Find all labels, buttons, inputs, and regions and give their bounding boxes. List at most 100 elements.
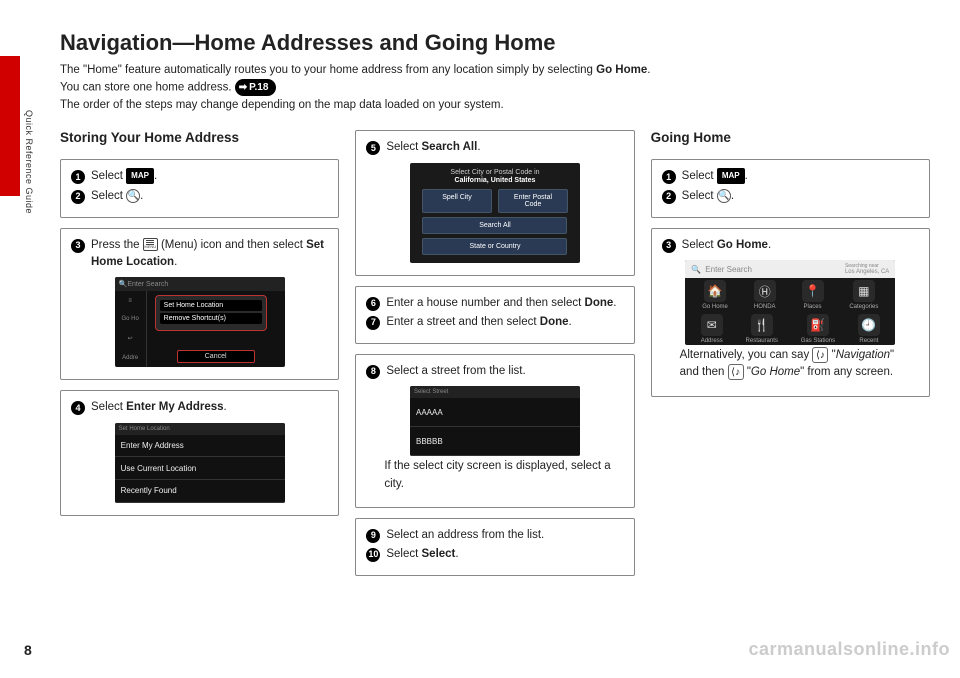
ss-row: BBBBB <box>410 427 580 456</box>
text: Select <box>91 190 126 202</box>
ss-row: Use Current Location <box>115 457 285 480</box>
text: Select <box>386 141 421 153</box>
page-ref-text: P.18 <box>249 80 268 95</box>
text: (Menu) icon and then select <box>158 239 306 251</box>
intro-text: You can store one home address. <box>60 82 235 94</box>
text: " <box>744 366 751 378</box>
ss-text: Enter Search <box>127 281 168 288</box>
storing-heading: Storing Your Home Address <box>60 130 339 145</box>
text: Enter a house number and then select <box>386 297 584 309</box>
go-home-label: Go Home <box>596 64 647 76</box>
screenshot-go-home: 🔍 Enter Search Searching nearLos Angeles… <box>685 260 895 345</box>
box-step-4: 4 Select Enter My Address. Set Home Loca… <box>60 390 339 515</box>
step-number-1: 1 <box>71 170 85 184</box>
intro-line-2: You can store one home address. ➡P.18 <box>60 79 930 97</box>
ss-label: Gas Stations <box>801 338 835 344</box>
step-text: Select MAP. <box>91 168 157 185</box>
step-text: Select MAP. <box>682 168 748 185</box>
box-step-8: 8 Select a street from the list. Select … <box>355 354 634 508</box>
ss-header: Select City or Postal Code in California… <box>450 169 539 186</box>
text: . <box>569 316 572 328</box>
voice-note: Alternatively, you can say ⟨♪ "Navigatio… <box>662 347 919 386</box>
step-text: Select an address from the list. <box>386 527 544 544</box>
ss-topbar: Select Street <box>410 386 580 398</box>
search-icon: 🔍 <box>126 189 140 203</box>
step-text: Select a street from the list. <box>386 363 525 380</box>
step-1: 1 Select MAP. <box>71 168 328 185</box>
ss-row: Recently Found <box>115 480 285 503</box>
step-number-7: 7 <box>366 316 380 330</box>
ss-search-bar: 🔍 Enter Search Searching nearLos Angeles… <box>685 260 895 278</box>
step-number-10: 10 <box>366 548 380 562</box>
step-number-2: 2 <box>662 190 676 204</box>
step-number-4: 4 <box>71 401 85 415</box>
side-label: Quick Reference Guide <box>24 110 34 214</box>
box-gh-step-3: 3 Select Go Home. 🔍 Enter Search Searchi… <box>651 228 930 397</box>
column-2: 5 Select Search All. Select City or Post… <box>355 130 634 576</box>
text-bold: Go Home <box>717 239 768 251</box>
ss-text: California, United States <box>455 177 536 184</box>
text: . <box>613 297 616 309</box>
text-bold: Enter My Address <box>126 401 223 413</box>
page-title: Navigation—Home Addresses and Going Home <box>60 30 930 56</box>
screenshot-street-list: Select Street AAAAA BBBBB <box>410 386 580 456</box>
page-ref-pill: ➡P.18 <box>235 79 277 96</box>
text: . <box>154 170 157 182</box>
ss-label: HONDA <box>754 304 776 310</box>
ss-icon-address: ✉Address <box>701 314 723 344</box>
text: . <box>745 170 748 182</box>
box-steps-1-2: 1 Select MAP. 2 Select 🔍. <box>60 159 339 218</box>
screenshot-menu-popup: 🔍 Enter Search ≡ Go Ho ↩ Addre Set Home … <box>115 277 285 367</box>
ss-label: Recent <box>859 338 878 344</box>
text-bold: Done <box>585 297 614 309</box>
text: Select <box>91 401 126 413</box>
step-text: Select Go Home. <box>682 237 772 254</box>
text: " from any screen. <box>800 366 893 378</box>
ss-button: Search All <box>422 217 567 234</box>
step-text: Select Search All. <box>386 139 480 156</box>
screenshot-search-all: Select City or Postal Code in California… <box>410 163 580 263</box>
step-number-2: 2 <box>71 190 85 204</box>
menu-icon: MENU <box>143 238 158 251</box>
text: Select <box>386 548 421 560</box>
box-gh-steps-1-2: 1 Select MAP. 2 Select 🔍. <box>651 159 930 218</box>
step-4: 4 Select Enter My Address. <box>71 399 328 416</box>
ss-text: Select City or Postal Code in <box>450 169 539 176</box>
ss-label: Restaurants <box>746 338 778 344</box>
gh-step-1: 1 Select MAP. <box>662 168 919 185</box>
text-bold: Select <box>422 548 456 560</box>
ss-icon-categories: ▦Categories <box>849 280 878 310</box>
step-3: 3 Press the MENU (Menu) icon and then se… <box>71 237 328 272</box>
page-number: 8 <box>24 642 32 658</box>
search-icon: 🔍 <box>717 189 731 203</box>
column-3: Going Home 1 Select MAP. 2 Select 🔍. <box>651 130 930 576</box>
text: . <box>477 141 480 153</box>
ss-label: Address <box>701 338 723 344</box>
step-text: Enter a street and then select Done. <box>386 314 571 331</box>
ss-icon-places: 📍Places <box>802 280 824 310</box>
text-italic: Navigation <box>836 349 890 361</box>
ss-topbar: 🔍 Enter Search <box>115 277 285 291</box>
ss-text: Go Ho <box>121 316 138 322</box>
going-home-heading: Going Home <box>651 130 930 145</box>
ss-icon-recent: 🕘Recent <box>858 314 880 344</box>
text: Select <box>682 190 717 202</box>
ss-icon-gas: ⛽Gas Stations <box>801 314 835 344</box>
intro-line-1: The "Home" feature automatically routes … <box>60 62 930 79</box>
page-content: Navigation—Home Addresses and Going Home… <box>60 30 930 576</box>
ss-row: Enter My Address <box>115 435 285 458</box>
text: . <box>224 401 227 413</box>
ss-icon-restaurants: 🍴Restaurants <box>746 314 778 344</box>
box-steps-6-7: 6 Enter a house number and then select D… <box>355 286 634 345</box>
watermark: carmanualsonline.info <box>748 639 950 660</box>
ss-button: Spell City <box>422 189 492 213</box>
ss-text: Addre <box>122 355 138 361</box>
step-8-note: If the select city screen is displayed, … <box>366 458 623 497</box>
ss-cancel: Cancel <box>177 350 255 363</box>
screenshot-home-location: Set Home Location Enter My Address Use C… <box>115 423 285 503</box>
text: Select <box>682 239 717 251</box>
ss-city: Searching nearLos Angeles, CA <box>845 263 889 275</box>
step-7: 7 Enter a street and then select Done. <box>366 314 623 331</box>
red-side-tab <box>0 56 20 196</box>
step-5: 5 Select Search All. <box>366 139 623 156</box>
